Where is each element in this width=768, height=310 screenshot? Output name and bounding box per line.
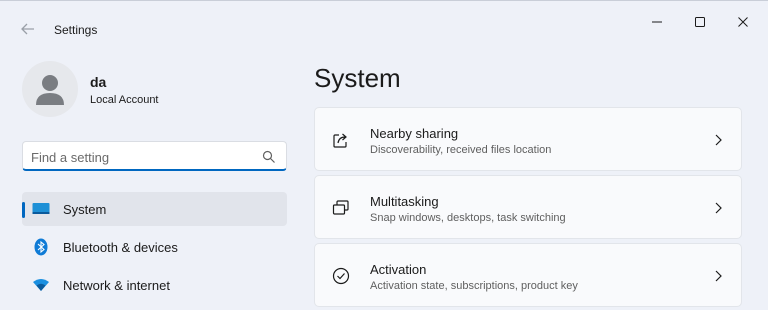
minimize-button[interactable] [634,9,680,35]
chevron-right-icon [713,200,723,216]
chevron-right-icon [713,268,723,284]
title-bar: Settings [0,1,768,43]
sidebar-item-label: Bluetooth & devices [63,240,178,255]
back-arrow-icon [21,23,34,35]
monitor-icon [32,200,50,218]
avatar[interactable] [22,61,78,117]
search-icon[interactable] [262,150,276,164]
sidebar-item-network[interactable]: Network & internet [22,268,287,302]
user-avatar-icon [36,75,64,105]
close-button[interactable] [720,9,766,35]
back-button[interactable] [14,15,42,43]
settings-window: Settings da Local Account Find a setting… [0,0,768,310]
app-title: Settings [54,23,98,37]
maximize-button[interactable] [677,9,723,35]
card-subtitle: Discoverability, received files location [370,144,552,156]
card-multitasking[interactable]: Multitasking Snap windows, desktops, tas… [314,175,742,239]
user-name: da [90,74,107,90]
card-subtitle: Snap windows, desktops, task switching [370,212,566,224]
sidebar-item-bluetooth[interactable]: Bluetooth & devices [22,230,287,264]
search-box[interactable] [22,141,287,171]
maximize-icon [695,17,705,27]
share-icon [331,130,351,150]
card-title: Multitasking [370,194,439,209]
card-subtitle: Activation state, subscriptions, product… [370,280,578,292]
close-icon [738,17,748,27]
search-input[interactable] [31,147,256,167]
wifi-icon [32,276,50,294]
sidebar-item-label: System [63,202,107,217]
chevron-right-icon [713,132,723,148]
sidebar-item-label: Network & internet [63,278,170,293]
page-title: System [314,63,401,93]
card-activation[interactable]: Activation Activation state, subscriptio… [314,243,742,307]
multitasking-icon [331,198,351,218]
activation-check-icon [331,266,351,286]
account-type: Local Account [90,94,159,106]
card-title: Activation [370,262,427,277]
card-nearby-sharing[interactable]: Nearby sharing Discoverability, received… [314,107,742,171]
card-title: Nearby sharing [370,126,459,141]
bluetooth-icon [32,238,50,256]
sidebar-item-system[interactable]: System [22,192,287,226]
selected-indicator [22,202,25,218]
minimize-icon [652,21,662,23]
